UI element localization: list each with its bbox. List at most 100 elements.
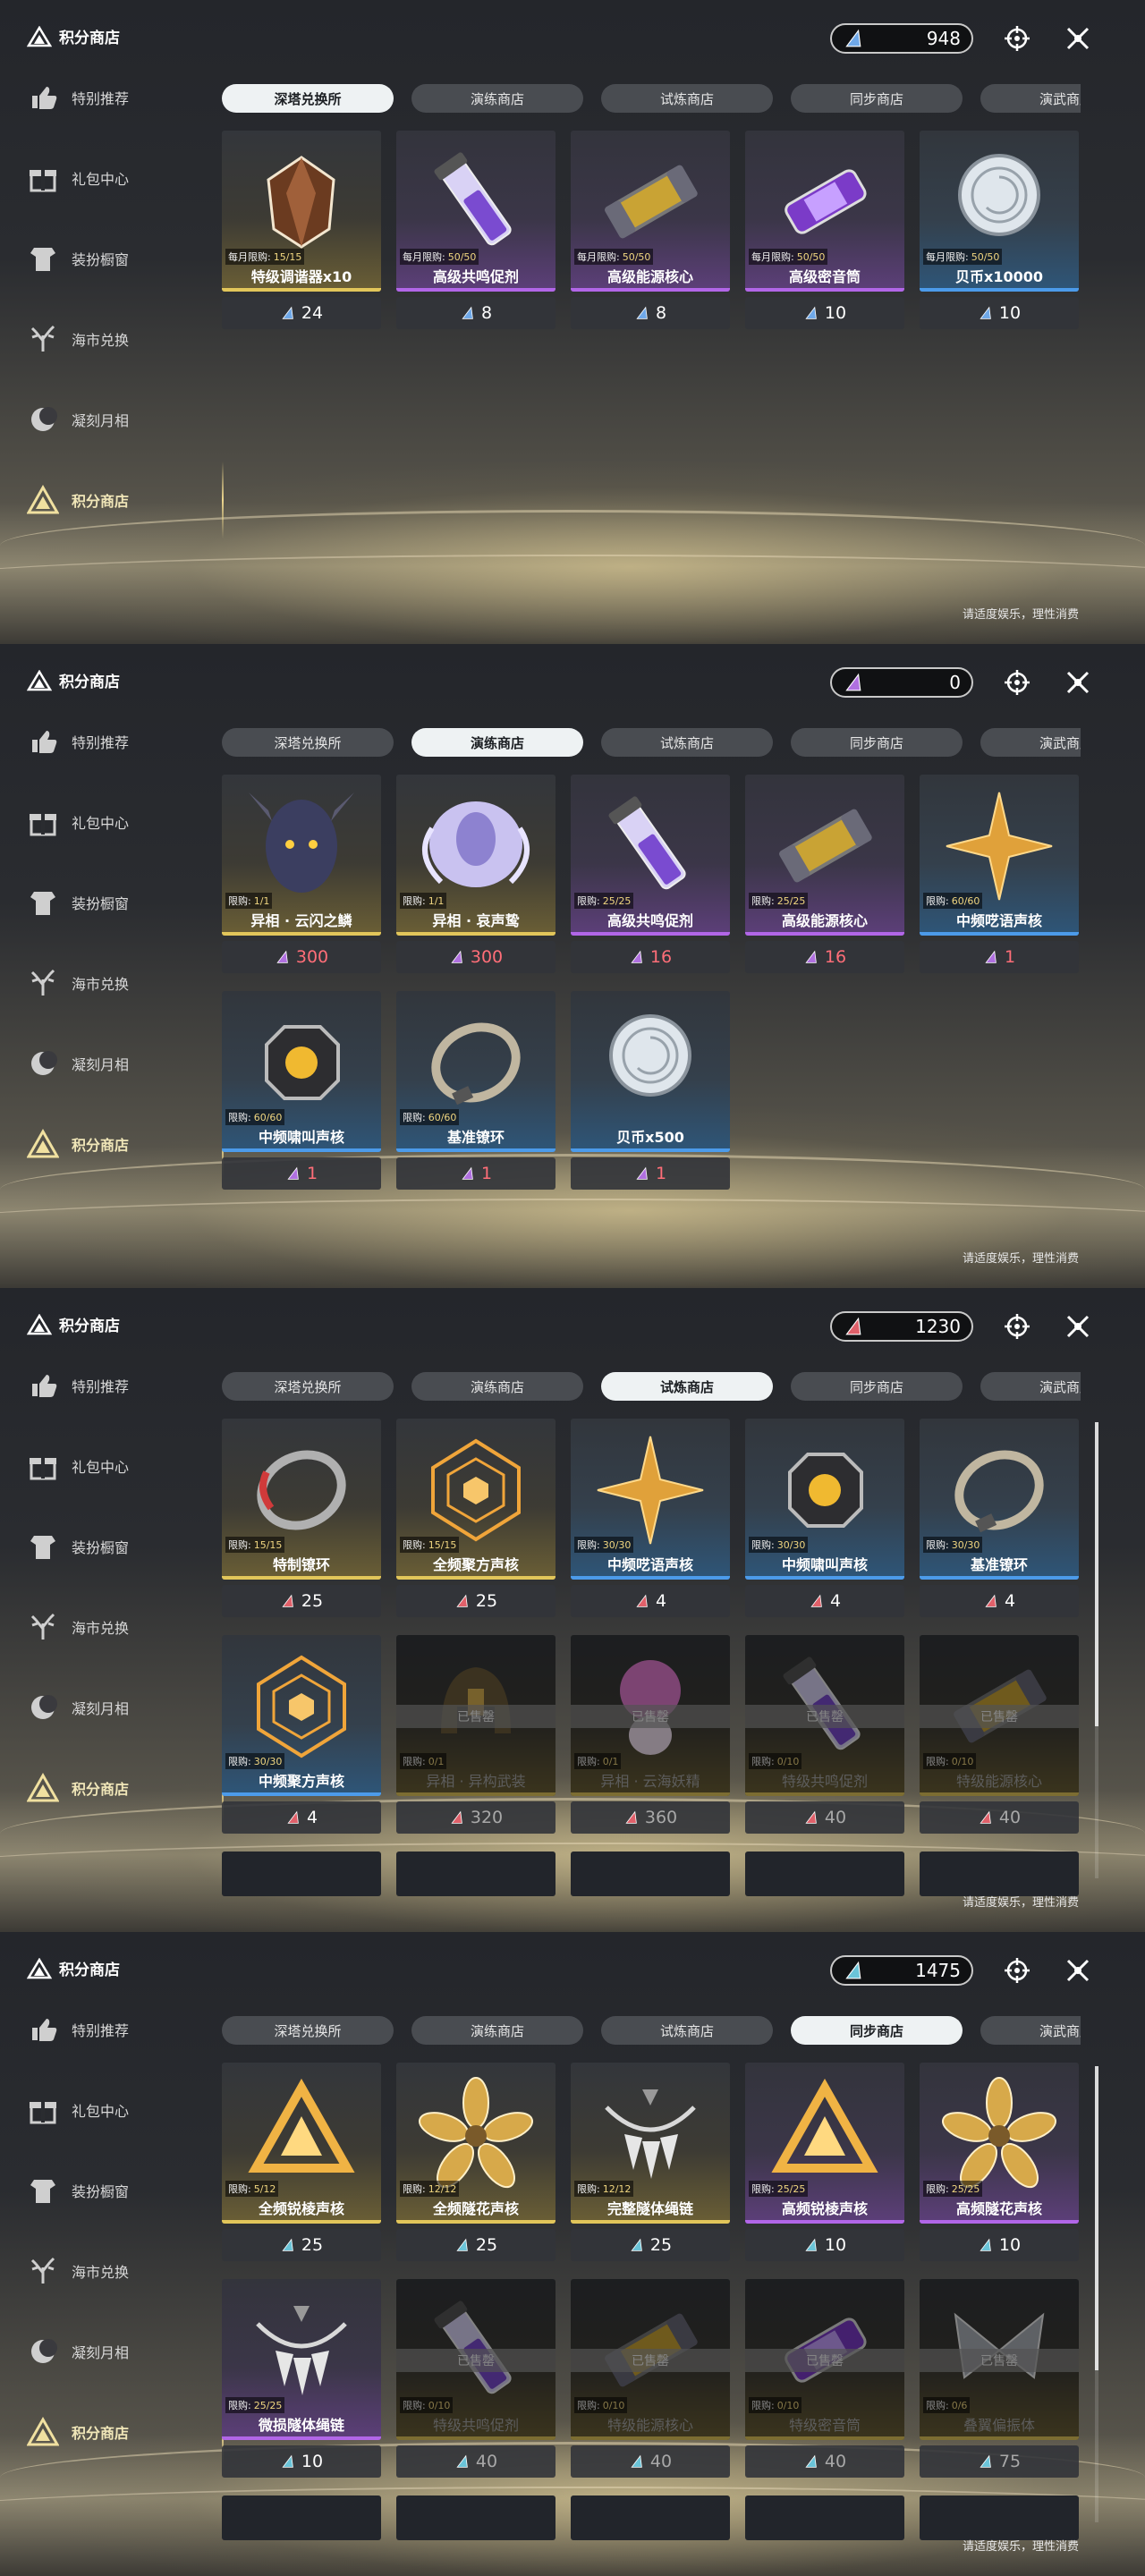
- sidebar-item[interactable]: 海市兑换: [27, 2249, 206, 2293]
- tab[interactable]: 同步商店: [791, 1372, 963, 1401]
- shop-item[interactable]: 限购: 25/25 高级能源核心 16: [745, 775, 904, 976]
- tab[interactable]: 演武商店: [980, 728, 1081, 757]
- sidebar-item[interactable]: 礼包中心: [27, 800, 206, 844]
- shop-item[interactable]: 限购: 25/25 高频锐棱声核 10: [745, 2063, 904, 2264]
- shop-item[interactable]: 限购: 25/25 高频隧花声核 10: [920, 2063, 1079, 2264]
- target-button[interactable]: [1000, 21, 1034, 55]
- shop-item-partial[interactable]: [396, 1852, 556, 1896]
- shop-item-partial[interactable]: [745, 2496, 904, 2540]
- tab[interactable]: 试炼商店: [601, 84, 773, 113]
- tab[interactable]: 同步商店: [791, 84, 963, 113]
- shop-item[interactable]: 限购: 0/1 异相 · 云海妖精 已售罄 360: [571, 1635, 730, 1836]
- sidebar-item[interactable]: 积分商店: [27, 1106, 224, 1182]
- shop-item[interactable]: 限购: 30/30 中频聚方声核 4: [222, 1635, 381, 1836]
- shop-item[interactable]: 每月限购: 15/15 特级调谐器x10 24: [222, 131, 381, 332]
- tab[interactable]: 演练商店: [411, 2016, 583, 2045]
- tab[interactable]: 同步商店: [791, 2016, 963, 2045]
- close-button[interactable]: [1061, 1953, 1095, 1987]
- shop-item[interactable]: 限购: 0/10 特级能源核心 已售罄 40: [571, 2279, 730, 2480]
- tab[interactable]: 演武商店: [980, 1372, 1081, 1401]
- target-button[interactable]: [1000, 1953, 1034, 1987]
- shop-item[interactable]: 限购: 0/1 异相 · 异构武装 已售罄 320: [396, 1635, 556, 1836]
- sidebar-item[interactable]: 装扮橱窗: [27, 236, 206, 281]
- shop-item[interactable]: 限购: 25/25 微损隧体绳链 10: [222, 2279, 381, 2480]
- shop-item[interactable]: 限购: 12/12 全频隧花声核 25: [396, 2063, 556, 2264]
- shop-item[interactable]: 限购: 0/10 特级共鸣促剂 已售罄 40: [396, 2279, 556, 2480]
- tab[interactable]: 深塔兑换所: [222, 728, 394, 757]
- sidebar-item[interactable]: 海市兑换: [27, 1605, 206, 1649]
- shop-item-partial[interactable]: [920, 2496, 1079, 2540]
- sidebar-item[interactable]: 凝刻月相: [27, 1685, 206, 1730]
- shop-item[interactable]: 每月限购: 50/50 高级能源核心 8: [571, 131, 730, 332]
- shop-item-partial[interactable]: [571, 2496, 730, 2540]
- tab[interactable]: 试炼商店: [601, 2016, 773, 2045]
- sidebar-item[interactable]: 凝刻月相: [27, 2329, 206, 2374]
- shop-item[interactable]: 限购: 15/15 全频聚方声核 25: [396, 1419, 556, 1620]
- sidebar-item[interactable]: 礼包中心: [27, 156, 206, 200]
- shop-item[interactable]: 限购: 1/1 异相 · 哀声鸷 300: [396, 775, 556, 976]
- shop-item[interactable]: 每月限购: 50/50 高级共鸣促剂 8: [396, 131, 556, 332]
- shop-item[interactable]: 限购: 60/60 中频呓语声核 1: [920, 775, 1079, 976]
- shop-item[interactable]: 限购: 30/30 基准镣环 4: [920, 1419, 1079, 1620]
- close-button[interactable]: [1061, 1309, 1095, 1343]
- shop-item-partial[interactable]: [222, 2496, 381, 2540]
- sidebar-item[interactable]: 礼包中心: [27, 2088, 206, 2132]
- tab[interactable]: 试炼商店: [601, 728, 773, 757]
- quality-bar: [396, 2436, 556, 2440]
- shop-item[interactable]: 贝币x500 1: [571, 991, 730, 1192]
- tab[interactable]: 同步商店: [791, 728, 963, 757]
- shop-item[interactable]: 限购: 0/10 特级能源核心 已售罄 40: [920, 1635, 1079, 1836]
- item-image: 限购: 30/30 中频啸叫声核: [745, 1419, 904, 1580]
- scrollbar[interactable]: [1095, 2066, 1098, 2522]
- shop-item[interactable]: 限购: 0/6 叠翼偏振体 已售罄 75: [920, 2279, 1079, 2480]
- shop-item-partial[interactable]: [920, 1852, 1079, 1896]
- shop-item[interactable]: 限购: 0/10 特级共鸣促剂 已售罄 40: [745, 1635, 904, 1836]
- sidebar-item[interactable]: 特别推荐: [27, 2007, 206, 2052]
- shop-item-partial[interactable]: [571, 1852, 730, 1896]
- target-button[interactable]: [1000, 665, 1034, 699]
- shop-item[interactable]: 限购: 30/30 中频啸叫声核 4: [745, 1419, 904, 1620]
- shop-item-partial[interactable]: [745, 1852, 904, 1896]
- tab[interactable]: 深塔兑换所: [222, 2016, 394, 2045]
- shop-item[interactable]: 限购: 60/60 中频啸叫声核 1: [222, 991, 381, 1192]
- tab[interactable]: 演练商店: [411, 84, 583, 113]
- target-button[interactable]: [1000, 1309, 1034, 1343]
- sidebar-item[interactable]: 装扮橱窗: [27, 880, 206, 925]
- sidebar-item[interactable]: 装扮橱窗: [27, 1524, 206, 1569]
- sidebar-item[interactable]: 积分商店: [27, 462, 224, 538]
- shop-item[interactable]: 限购: 30/30 中频呓语声核 4: [571, 1419, 730, 1620]
- sidebar-item[interactable]: 凝刻月相: [27, 397, 206, 442]
- tab[interactable]: 演武商店: [980, 2016, 1081, 2045]
- sidebar-item[interactable]: 海市兑换: [27, 317, 206, 361]
- shop-item[interactable]: 每月限购: 50/50 贝币x10000 10: [920, 131, 1079, 332]
- tab[interactable]: 试炼商店: [601, 1372, 773, 1401]
- tab[interactable]: 深塔兑换所: [222, 1372, 394, 1401]
- shop-item[interactable]: 限购: 1/1 异相 · 云闪之鳞 300: [222, 775, 381, 976]
- item-icon: [257, 1655, 346, 1758]
- sidebar-item[interactable]: 特别推荐: [27, 75, 206, 120]
- tab[interactable]: 演武商店: [980, 84, 1081, 113]
- shop-item[interactable]: 限购: 25/25 高级共鸣促剂 16: [571, 775, 730, 976]
- sidebar-item[interactable]: 特别推荐: [27, 1363, 206, 1408]
- sidebar-item[interactable]: 装扮橱窗: [27, 2168, 206, 2213]
- tab[interactable]: 深塔兑换所: [222, 84, 394, 113]
- sidebar-item[interactable]: 海市兑换: [27, 961, 206, 1005]
- tab[interactable]: 演练商店: [411, 728, 583, 757]
- shop-item[interactable]: 限购: 15/15 特制镣环 25: [222, 1419, 381, 1620]
- sidebar-item[interactable]: 凝刻月相: [27, 1041, 206, 1086]
- close-button[interactable]: [1061, 665, 1095, 699]
- shop-item-partial[interactable]: [222, 1852, 381, 1896]
- shop-item[interactable]: 限购: 5/12 全频锐棱声核 25: [222, 2063, 381, 2264]
- sidebar-item[interactable]: 礼包中心: [27, 1444, 206, 1488]
- shop-item-partial[interactable]: [396, 2496, 556, 2540]
- shop-item[interactable]: 限购: 12/12 完整隧体绳链 25: [571, 2063, 730, 2264]
- close-button[interactable]: [1061, 21, 1095, 55]
- sidebar-item[interactable]: 积分商店: [27, 1750, 224, 1826]
- shop-item[interactable]: 每月限购: 50/50 高级密音筒 10: [745, 131, 904, 332]
- sidebar-item[interactable]: 积分商店: [27, 2394, 224, 2470]
- sidebar-item[interactable]: 特别推荐: [27, 719, 206, 764]
- shop-item[interactable]: 限购: 60/60 基准镣环 1: [396, 991, 556, 1192]
- scrollbar[interactable]: [1095, 1422, 1098, 1878]
- shop-item[interactable]: 限购: 0/10 特级密音筒 已售罄 40: [745, 2279, 904, 2480]
- tab[interactable]: 演练商店: [411, 1372, 583, 1401]
